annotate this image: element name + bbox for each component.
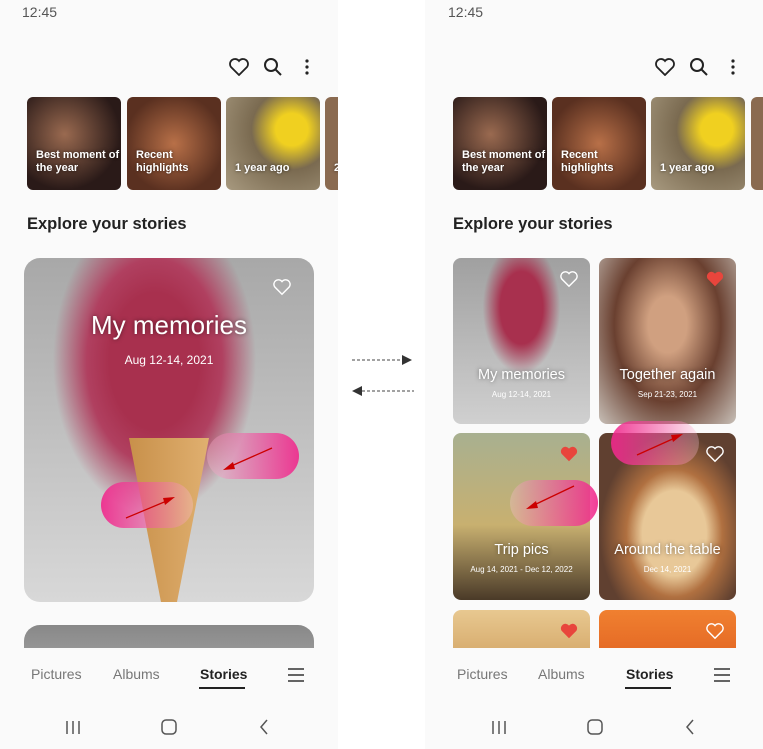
back-icon[interactable] [258, 716, 270, 738]
story-date: Aug 12-14, 2021 [491, 390, 552, 399]
status-time: 12:45 [448, 4, 484, 20]
story-card-my-memories[interactable]: My memories Aug 12-14, 2021 [24, 258, 314, 602]
highlight-1-year-ago[interactable]: 1 year ago [651, 97, 745, 190]
tab-stories[interactable]: Stories [200, 666, 247, 682]
more-vertical-icon[interactable] [295, 55, 319, 79]
hamburger-icon[interactable] [284, 663, 308, 687]
highlight-recent[interactable]: Recent highlights [552, 97, 646, 190]
home-icon[interactable] [586, 716, 604, 738]
swipe-gesture-right [611, 421, 699, 465]
story-card-my-memories[interactable]: My memories Aug 12-14, 2021 [453, 258, 590, 424]
heart-outline-icon[interactable] [653, 55, 677, 79]
story-card-together-again[interactable]: Together again Sep 21-23, 2021 [599, 258, 736, 424]
section-title: Explore your stories [27, 215, 187, 233]
tab-albums[interactable]: Albums [538, 666, 585, 682]
recents-icon[interactable] [65, 716, 81, 738]
transition-arrows [352, 355, 414, 396]
swipe-gesture-right [101, 482, 193, 528]
hamburger-icon[interactable] [710, 663, 734, 687]
highlight-1-year-ago[interactable]: 1 year ago [226, 97, 320, 190]
tab-albums[interactable]: Albums [113, 666, 160, 682]
status-time: 12:45 [22, 4, 58, 20]
search-icon[interactable] [687, 55, 711, 79]
story-title: Together again [619, 367, 716, 383]
arrow-forward-head [402, 355, 412, 365]
home-icon[interactable] [160, 716, 178, 738]
story-title: Trip pics [494, 542, 549, 558]
phone-screen-grid: 12:45 Best moment of the year Recent hig… [425, 0, 763, 749]
more-vertical-icon[interactable] [721, 55, 745, 79]
phone-screen-single-column: 12:45 Best moment of the year Recent hig… [0, 0, 338, 749]
story-title: My memories [90, 310, 247, 340]
section-title: Explore your stories [453, 215, 613, 233]
swipe-gesture-left [510, 480, 598, 526]
tab-pictures[interactable]: Pictures [457, 666, 508, 682]
favorite-outline-icon[interactable] [706, 445, 724, 463]
favorite-outline-icon[interactable] [706, 622, 724, 640]
favorite-filled-icon[interactable] [560, 622, 578, 640]
active-tab-indicator [199, 687, 245, 689]
story-title: Around the table [614, 542, 721, 558]
tab-pictures[interactable]: Pictures [31, 666, 82, 682]
tab-stories[interactable]: Stories [626, 666, 673, 682]
story-date: Dec 14, 2021 [643, 565, 692, 574]
highlight-next[interactable] [751, 97, 763, 190]
favorite-outline-icon[interactable] [560, 270, 578, 288]
highlight-recent[interactable]: Recent highlights [127, 97, 221, 190]
heart-outline-icon[interactable] [227, 55, 251, 79]
story-date: Aug 12-14, 2021 [124, 353, 214, 367]
recents-icon[interactable] [491, 716, 507, 738]
story-date: Sep 21-23, 2021 [637, 390, 698, 399]
swipe-gesture-left [207, 433, 299, 479]
back-icon[interactable] [684, 716, 696, 738]
story-title: My memories [477, 367, 565, 383]
story-date: Aug 14, 2021 - Dec 12, 2022 [470, 565, 573, 574]
highlight-best-moment[interactable]: Best moment of the year [27, 97, 121, 190]
highlight-next[interactable]: 2 [325, 97, 338, 190]
active-tab-indicator [625, 687, 671, 689]
favorite-filled-icon[interactable] [560, 445, 578, 463]
favorite-filled-icon[interactable] [706, 270, 724, 288]
highlight-best-moment[interactable]: Best moment of the year [453, 97, 547, 190]
favorite-outline-icon[interactable] [273, 278, 291, 296]
search-icon[interactable] [261, 55, 285, 79]
arrow-back-head [352, 386, 362, 396]
